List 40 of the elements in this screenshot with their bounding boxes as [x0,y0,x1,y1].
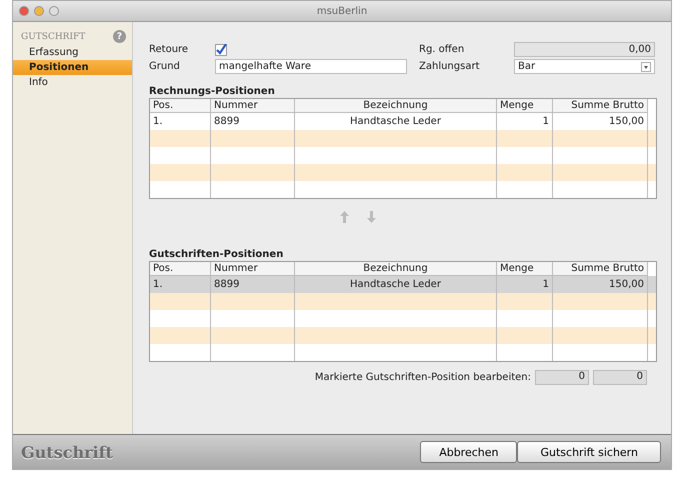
save-button[interactable]: Gutschrift sichern [517,441,661,463]
cancel-button[interactable]: Abbrechen [420,441,518,463]
column-header[interactable]: Pos. [150,99,211,113]
number-field[interactable]: 0 [593,370,647,385]
field-label: Markierte Gutschriften-Position bearbeiten: [314,372,531,383]
column-header[interactable]: Nummer [211,99,295,113]
section-title: Gutschriften-Positionen [149,249,284,260]
column-header[interactable]: Summe Brutto [553,99,648,113]
down-arrow-icon[interactable] [367,211,376,223]
amount-field: 0,00 [514,42,655,57]
up-arrow-icon[interactable] [340,211,349,223]
table-row[interactable]: 1. 8899 Handtasche Leder 1 150,00 [150,276,656,293]
caret-icon [641,62,651,72]
column-header[interactable]: Pos. [150,262,211,276]
dropdown[interactable]: Bar [514,59,655,74]
field-label: Grund [149,61,181,72]
number-field[interactable]: 0 [535,370,589,385]
table[interactable]: Pos. Nummer Bezeichnung Menge Summe Brutto 1. 8899 Handtasche Leder 1 150,00 [149,98,657,199]
sidebar-item[interactable]: Info [13,75,132,90]
column-header[interactable]: Menge [497,262,553,276]
close-button[interactable] [19,6,29,16]
zoom-button[interactable] [49,6,59,16]
sidebar-heading: GUTSCHRIFT [21,32,86,42]
column-header[interactable]: Menge [497,99,553,113]
input-field[interactable]: mangelhafte Ware [215,59,407,74]
field-label: Retoure [149,44,190,55]
footer-title: Gutschrift [21,442,113,462]
section-title: Rechnungs-Positionen [149,86,276,97]
window-title: msuBerlin [316,6,368,16]
sidebar-item[interactable]: Positionen [13,60,132,75]
field-label: Rg. offen [418,44,466,55]
field-label: Zahlungsart [418,61,480,72]
table[interactable]: Pos. Nummer Bezeichnung Menge Summe Brutto 1. 8899 Handtasche Leder 1 150,00 [149,261,657,362]
column-header[interactable]: Bezeichnung [295,262,497,276]
column-header[interactable]: Bezeichnung [295,99,497,113]
column-header[interactable]: Summe Brutto [553,262,648,276]
checkbox[interactable] [215,44,227,56]
sidebar-item[interactable]: Erfassung [13,45,132,60]
column-header[interactable]: Nummer [211,262,295,276]
minimize-button[interactable] [34,6,44,16]
